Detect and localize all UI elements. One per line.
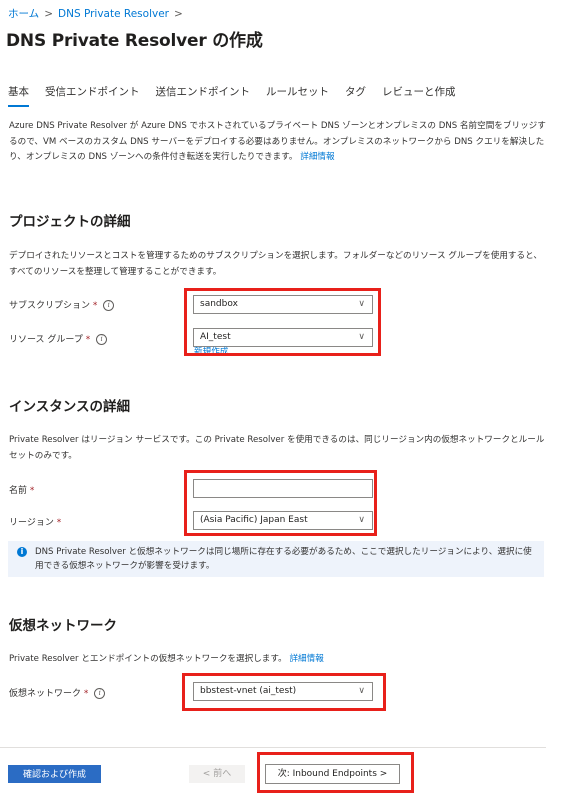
name-label: 名前 * [9,483,34,496]
breadcrumb-separator: > [173,8,183,20]
highlight-box-next [257,752,414,793]
instance-details-heading: インスタンスの詳細 [9,399,130,415]
project-description: デプロイされたリソースとコストを管理するためのサブスクリプションを選択します。フ… [9,251,542,277]
vnet-label: 仮想ネットワーク * i [9,686,106,699]
tab-review-create[interactable]: レビューと作成 [382,84,456,105]
subscription-label: サブスクリプション * i [9,298,115,311]
region-info-text: DNS Private Resolver と仮想ネットワークは同じ場所に存在する… [35,547,532,571]
breadcrumb-home-link[interactable]: ホーム [8,8,39,20]
required-mark: * [56,518,62,528]
tab-basics[interactable]: 基本 [8,84,29,107]
vnet-label-text: 仮想ネットワーク [9,689,82,699]
breadcrumb-separator: > [44,8,53,20]
subscription-label-text: サブスクリプション [9,301,91,311]
required-mark: * [85,335,91,345]
tab-rulesets[interactable]: ルールセット [266,84,329,105]
region-label: リージョン * [9,515,61,528]
info-icon[interactable]: i [103,300,115,311]
highlight-box-instance [184,470,377,536]
project-details-heading: プロジェクトの詳細 [9,214,131,230]
resource-group-label: リソース グループ * i [9,332,108,345]
region-label-text: リージョン [9,518,54,528]
intro-description: Azure DNS Private Resolver が Azure DNS で… [9,121,546,162]
highlight-box-project [184,288,381,356]
region-info-bar: i DNS Private Resolver と仮想ネットワークは同じ場所に存在… [8,541,544,577]
info-icon: i [17,547,27,557]
instance-description: Private Resolver はリージョン サービスです。この Privat… [9,435,545,461]
required-mark: * [83,689,89,699]
required-mark: * [29,486,35,496]
tab-bar: 基本 受信エンドポイント 送信エンドポイント ルールセット タグ レビューと作成 [8,84,472,107]
required-mark: * [92,301,98,311]
intro-text: Azure DNS Private Resolver が Azure DNS で… [9,119,549,166]
resource-group-label-text: リソース グループ [9,335,83,345]
vnet-description-row: Private Resolver とエンドポイントの仮想ネットワークを選択します… [9,652,549,668]
highlight-box-vnet [182,673,386,711]
intro-learn-more-link[interactable]: 詳細情報 [300,152,334,162]
tab-inbound-endpoints[interactable]: 受信エンドポイント [45,84,140,105]
name-label-text: 名前 [9,486,28,496]
review-create-button[interactable]: 確認および作成 [8,765,101,783]
page-title: DNS Private Resolver の作成 [6,31,263,51]
breadcrumb-current-link[interactable]: DNS Private Resolver [58,8,169,20]
info-icon[interactable]: i [94,688,106,699]
tab-outbound-endpoints[interactable]: 送信エンドポイント [156,84,251,105]
footer-divider [0,747,546,748]
more-options-icon[interactable]: ... [247,30,258,44]
previous-button[interactable]: < 前へ [189,765,245,783]
vnet-heading: 仮想ネットワーク [9,618,117,634]
info-icon[interactable]: i [96,334,108,345]
vnet-learn-more-link[interactable]: 詳細情報 [289,654,323,664]
breadcrumb: ホーム > DNS Private Resolver > [8,6,188,21]
vnet-description: Private Resolver とエンドポイントの仮想ネットワークを選択します… [9,654,287,664]
tab-tags[interactable]: タグ [345,84,366,105]
